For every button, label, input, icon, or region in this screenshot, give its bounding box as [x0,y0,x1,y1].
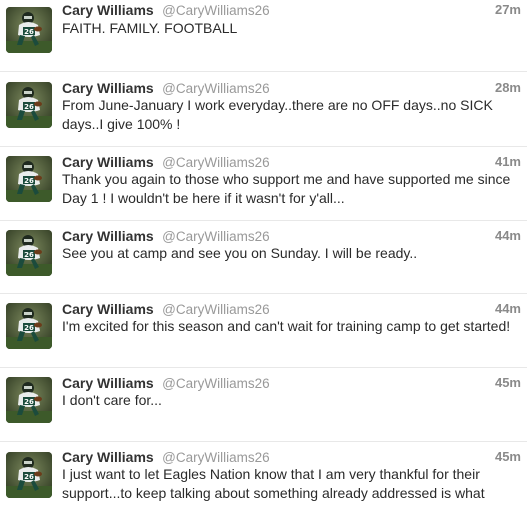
tweet-item[interactable]: 26 Cary Williams @CaryWilliams26 28m Fro… [0,72,527,147]
player-avatar-icon[interactable]: 26 [6,156,52,202]
author-name[interactable]: Cary Williams [62,449,154,465]
tweet-timestamp[interactable]: 45m [495,449,521,464]
tweet-text: FAITH. FAMILY. FOOTBALL [62,20,238,36]
player-avatar-icon[interactable]: 26 [6,82,52,128]
author-handle[interactable]: @CaryWilliams26 [162,302,269,317]
tweet-text: Thank you again to those who support me … [62,171,511,206]
tweet-item[interactable]: 26 Cary Williams @CaryWilliams26 44m I'm… [0,294,527,368]
svg-text:26: 26 [24,251,34,259]
author-name[interactable]: Cary Williams [62,301,154,317]
author-handle[interactable]: @CaryWilliams26 [162,450,269,465]
tweet-timestamp[interactable]: 27m [495,2,521,17]
author-name[interactable]: Cary Williams [62,154,154,170]
svg-text:26: 26 [24,473,34,481]
tweet-timeline: 26 Cary Williams @CaryWilliams26 27m FAI… [0,0,527,512]
player-avatar-icon[interactable]: 26 [6,377,52,423]
author-name[interactable]: Cary Williams [62,80,154,96]
player-avatar-icon[interactable]: 26 [6,452,52,498]
tweet-item[interactable]: 26 Cary Williams @CaryWilliams26 27m FAI… [0,0,527,72]
tweet-timestamp[interactable]: 44m [495,228,521,243]
author-name[interactable]: Cary Williams [62,228,154,244]
tweet-text: I'm excited for this season and can't wa… [62,318,511,334]
svg-text:26: 26 [24,177,34,185]
tweet-item[interactable]: 26 Cary Williams @CaryWilliams26 44m See… [0,221,527,294]
author-name[interactable]: Cary Williams [62,375,154,391]
tweet-text: I don't care for... [62,392,162,408]
tweet-item[interactable]: 26 Cary Williams @CaryWilliams26 45m I d… [0,368,527,442]
author-handle[interactable]: @CaryWilliams26 [162,229,269,244]
svg-text:26: 26 [24,398,34,406]
tweet-text: From June-January I work everyday..there… [62,97,493,132]
author-handle[interactable]: @CaryWilliams26 [162,376,269,391]
author-handle[interactable]: @CaryWilliams26 [162,3,269,18]
svg-text:26: 26 [24,28,34,36]
tweet-timestamp[interactable]: 28m [495,80,521,95]
svg-text:26: 26 [24,324,34,332]
author-handle[interactable]: @CaryWilliams26 [162,81,269,96]
player-avatar-icon[interactable]: 26 [6,7,52,53]
tweet-timestamp[interactable]: 45m [495,375,521,390]
svg-text:26: 26 [24,103,34,111]
author-handle[interactable]: @CaryWilliams26 [162,155,269,170]
tweet-timestamp[interactable]: 44m [495,301,521,316]
tweet-item[interactable]: 26 Cary Williams @CaryWilliams26 45m I j… [0,442,527,512]
player-avatar-icon[interactable]: 26 [6,303,52,349]
tweet-timestamp[interactable]: 41m [495,154,521,169]
player-avatar-icon[interactable]: 26 [6,230,52,276]
tweet-text: See you at camp and see you on Sunday. I… [62,245,418,261]
tweet-text: I just want to let Eagles Nation know th… [62,466,485,501]
author-name[interactable]: Cary Williams [62,2,154,18]
tweet-item[interactable]: 26 Cary Williams @CaryWilliams26 41m Tha… [0,147,527,221]
